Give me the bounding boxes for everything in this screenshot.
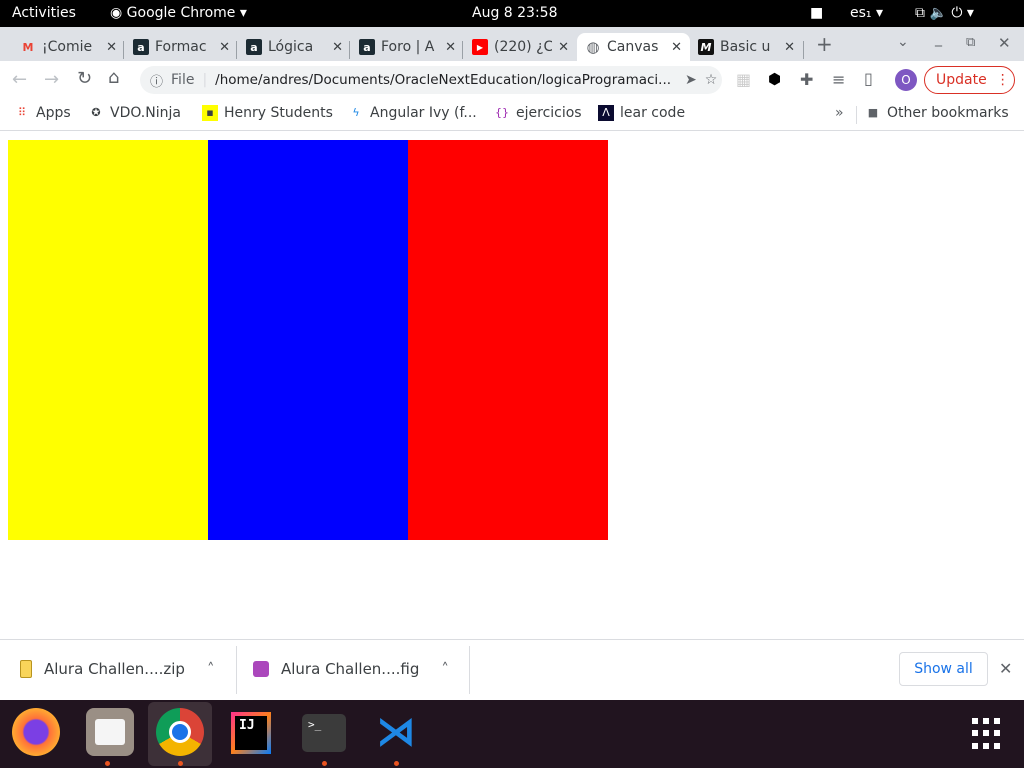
file-label: File [171, 72, 195, 88]
apps-grid-icon: ⠿ [17, 106, 27, 119]
braces-icon: {} [495, 106, 509, 119]
tab[interactable]: a Lógica ✕ [238, 33, 351, 61]
tab[interactable]: a Formac ✕ [125, 33, 238, 61]
fig-file-icon [253, 661, 269, 677]
close-tab-icon[interactable]: ✕ [445, 40, 456, 55]
download-shelf: Alura Challen....zip ˄ Alura Challen....f… [0, 639, 1024, 700]
tab-active[interactable]: ◍ Canvas ✕ [577, 33, 690, 61]
send-icon[interactable]: ➤ [685, 72, 697, 88]
bookmark-lear-code[interactable]: Λlear code [598, 105, 685, 121]
bookmark-apps[interactable]: ⠿ Apps [14, 105, 71, 121]
angular-extension-icon[interactable]: ⬢ [768, 70, 781, 88]
address-bar[interactable]: ⓘ File | /home/andres/Documents/OracleNe… [140, 66, 722, 94]
show-all-button[interactable]: Show all [899, 652, 988, 686]
system-menu[interactable]: ⧉ 🔈 ⏻ ▾ [915, 5, 974, 21]
lear-code-icon: Λ [598, 105, 614, 121]
restore-button[interactable]: ⧉ [966, 35, 975, 50]
tab[interactable]: M Basic u ✕ [690, 33, 803, 61]
close-tab-icon[interactable]: ✕ [784, 40, 795, 55]
tab[interactable]: a Foro | A ✕ [351, 33, 464, 61]
m-icon: M [698, 39, 714, 55]
stripe-yellow [8, 140, 208, 540]
stripe-blue [208, 140, 408, 540]
reload-icon[interactable]: ↻ [77, 68, 92, 89]
home-icon[interactable]: ⌂ [108, 67, 119, 88]
new-tab-button[interactable]: + [816, 32, 833, 56]
tab[interactable]: ▶ (220) ¿C ✕ [464, 33, 577, 61]
language-indicator[interactable]: es₁ ▾ [850, 5, 883, 21]
alura-icon: a [246, 39, 262, 55]
terminal-icon[interactable]: >_ [302, 714, 346, 752]
app-menu[interactable]: ◉ Google Chrome ▾ [110, 5, 247, 21]
bookmark-angular-ivy[interactable]: ϟ Angular Ivy (f... [348, 105, 476, 121]
update-button[interactable]: Update ⋮ [924, 66, 1015, 94]
gmail-icon: M [22, 40, 34, 54]
globe-icon: ◍ [586, 38, 600, 56]
side-panel-icon[interactable]: ▯ [864, 69, 873, 88]
clock[interactable]: Aug 8 23:58 [472, 5, 558, 21]
system-top-bar: Activities ◉ Google Chrome ▾ Aug 8 23:58… [0, 0, 1024, 27]
extensions-puzzle-icon[interactable]: ✚ [800, 70, 813, 89]
chrome-icon[interactable] [156, 708, 204, 756]
dock: IJ >_ ⋊ [0, 700, 1024, 768]
close-tab-icon[interactable]: ✕ [219, 40, 230, 55]
henry-icon: ▪ [202, 105, 218, 121]
minimize-button[interactable]: _ [935, 31, 942, 47]
canvas-flag [8, 140, 608, 540]
download-item[interactable]: Alura Challen....fig ˄ [253, 660, 449, 678]
tab-search-icon[interactable]: ⌄ [897, 34, 909, 50]
alura-icon: a [359, 39, 375, 55]
bookmark-star-icon[interactable]: ☆ [705, 72, 718, 88]
files-icon[interactable] [86, 708, 134, 756]
discord-icon[interactable]: ■ [810, 5, 823, 21]
download-item[interactable]: Alura Challen....zip ˄ [20, 660, 214, 678]
close-tab-icon[interactable]: ✕ [332, 40, 343, 55]
intellij-icon[interactable]: IJ [231, 712, 271, 754]
folder-icon: ■ [867, 106, 879, 119]
show-applications-icon[interactable] [972, 718, 1004, 750]
chevron-up-icon: ˄ [441, 660, 449, 678]
url-text[interactable]: /home/andres/Documents/OracleNextEducati… [215, 72, 671, 88]
close-window-button[interactable]: ✕ [998, 34, 1011, 52]
zip-file-icon [20, 660, 32, 678]
media-control-icon[interactable]: ≡ [832, 70, 845, 89]
tab[interactable]: M ¡Comie ✕ [12, 33, 125, 61]
close-tab-icon[interactable]: ✕ [671, 40, 682, 55]
bookmark-henry[interactable]: ▪ Henry Students [202, 105, 333, 121]
activities-button[interactable]: Activities [12, 5, 76, 21]
tab-strip: M ¡Comie ✕ a Formac ✕ a Lógica ✕ a Foro | A ✕ ▶(… [0, 27, 1024, 61]
extension-icon[interactable]: ▦ [736, 70, 751, 89]
back-icon[interactable]: ← [12, 69, 27, 90]
close-tab-icon[interactable]: ✕ [106, 40, 117, 55]
more-bookmarks-chevron[interactable]: » [835, 105, 844, 121]
info-icon[interactable]: ⓘ [150, 71, 163, 90]
close-tab-icon[interactable]: ✕ [558, 40, 569, 55]
bookmark-ejercicios[interactable]: {} ejercicios [494, 105, 582, 121]
youtube-icon: ▶ [472, 39, 488, 55]
other-bookmarks-folder[interactable]: ■ Other bookmarks [865, 105, 1009, 121]
firefox-icon[interactable] [12, 708, 60, 756]
chevron-up-icon: ˄ [206, 660, 215, 678]
stripe-red [408, 140, 608, 540]
profile-avatar[interactable]: O [895, 69, 917, 91]
vdo-ninja-icon: ✪ [91, 106, 101, 119]
lightning-icon: ϟ [352, 106, 360, 119]
close-download-shelf-icon[interactable]: ✕ [999, 659, 1012, 678]
vscode-icon[interactable]: ⋊ [372, 708, 420, 756]
alura-icon: a [133, 39, 149, 55]
bookmark-vdo-ninja[interactable]: ✪ VDO.Ninja [88, 105, 181, 121]
bookmarks-bar: ⠿ Apps ✪ VDO.Ninja ▪ Henry Students ϟ Angula… [0, 100, 1024, 131]
forward-icon[interactable]: → [44, 69, 59, 90]
